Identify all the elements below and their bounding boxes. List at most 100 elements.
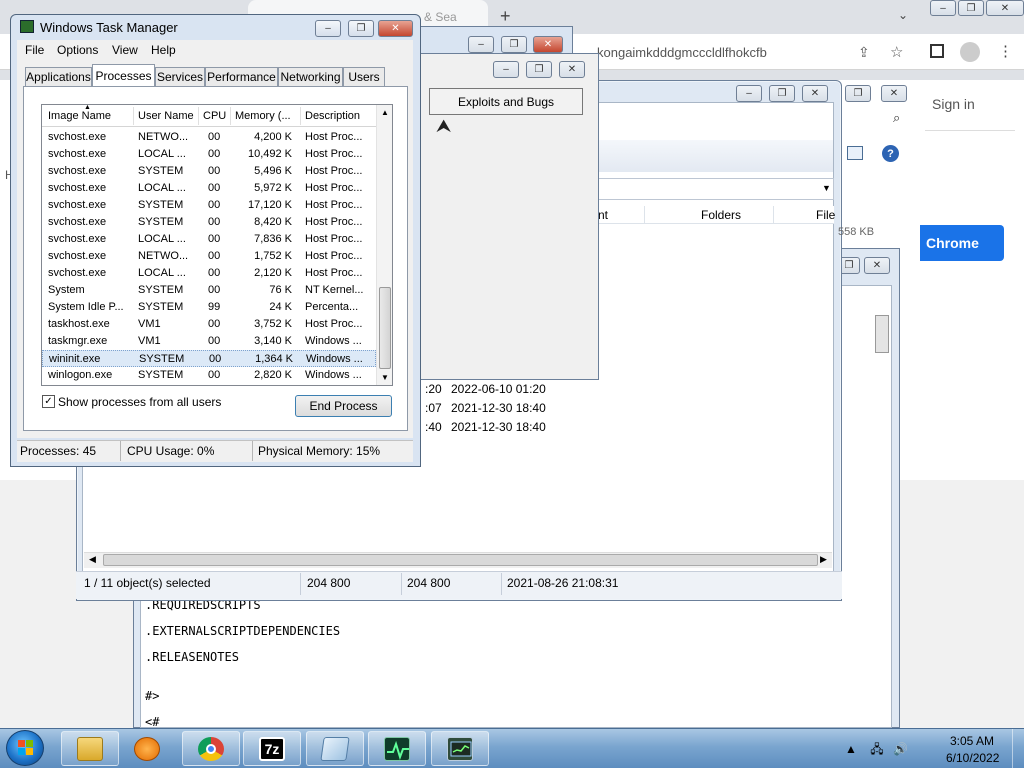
restore-icon[interactable]: ❐	[526, 61, 552, 78]
taskbar-explorer[interactable]	[61, 731, 119, 766]
minimize-icon[interactable]: –	[736, 85, 762, 102]
column-header[interactable]: nt	[598, 208, 608, 222]
show-desktop-button[interactable]	[1012, 729, 1024, 768]
chevron-down-icon[interactable]: ⌄	[898, 8, 908, 22]
restore-icon[interactable]: ❐	[769, 85, 795, 102]
tab-users[interactable]: Users	[343, 67, 385, 86]
process-row[interactable]: taskhost.exe VM1 00 3,752 K Host Proc...	[42, 316, 376, 333]
path-dropdown[interactable]	[598, 178, 834, 200]
show-hidden-icons[interactable]: ▲	[845, 742, 857, 756]
chrome-button[interactable]: Chrome	[920, 225, 1004, 261]
close-icon[interactable]: ✕	[864, 257, 890, 274]
new-tab-button[interactable]: +	[500, 6, 511, 27]
restore-icon[interactable]: ❐	[348, 20, 374, 37]
sign-in-link[interactable]: Sign in	[932, 96, 975, 112]
menu-options[interactable]: Options	[57, 43, 98, 57]
tab-applications[interactable]: Applications	[25, 67, 92, 86]
scroll-left-icon[interactable]: ◀	[89, 554, 96, 565]
scroll-right-icon[interactable]: ▶	[820, 554, 827, 565]
clock-time[interactable]: 3:05 AM	[950, 734, 994, 748]
process-row[interactable]: taskmgr.exe VM1 00 3,140 K Windows ...	[42, 333, 376, 350]
network-icon[interactable]: 🖧	[870, 742, 883, 756]
restore-icon[interactable]: ❐	[501, 36, 527, 53]
close-icon[interactable]: ✕	[881, 85, 907, 102]
process-row[interactable]: svchost.exe LOCAL ... 00 10,492 K Host Proc.…	[42, 146, 376, 163]
process-row[interactable]: svchost.exe LOCAL ... 00 2,120 K Host Proc..…	[42, 265, 376, 282]
process-row[interactable]: svchost.exe SYSTEM 00 5,496 K Host Proc...	[42, 163, 376, 180]
scrollbar-thumb[interactable]	[379, 287, 391, 369]
tab-networking[interactable]: Networking	[278, 67, 343, 86]
minimize-icon[interactable]: –	[493, 61, 519, 78]
scrollbar-thumb[interactable]	[103, 554, 818, 566]
process-cpu: 99	[208, 301, 221, 313]
taskbar-task-manager[interactable]	[368, 731, 426, 766]
process-row[interactable]: System SYSTEM 00 76 K NT Kernel...	[42, 282, 376, 299]
taskbar-network-monitor[interactable]	[431, 731, 489, 766]
menu-view[interactable]: View	[112, 43, 138, 57]
vertical-scrollbar[interactable]: ▲ ▼	[376, 105, 392, 385]
start-button[interactable]	[6, 730, 44, 766]
taskbar-7zip[interactable]: 7z	[243, 731, 301, 766]
tab-performance[interactable]: Performance	[205, 67, 278, 86]
preview-pane-icon[interactable]	[847, 146, 863, 160]
close-icon[interactable]: ✕	[378, 20, 413, 37]
scrollbar-thumb[interactable]	[875, 315, 889, 353]
close-icon[interactable]: ✕	[802, 85, 828, 102]
process-row[interactable]: svchost.exe NETWO... 00 1,752 K Host Proc...	[42, 248, 376, 265]
process-row[interactable]: svchost.exe LOCAL ... 00 7,836 K Host Proc..…	[42, 231, 376, 248]
volume-icon[interactable]: 🔊	[893, 742, 908, 756]
minimize-icon[interactable]: –	[315, 20, 341, 37]
side-panel-icon[interactable]	[930, 44, 944, 58]
close-icon[interactable]: ✕	[533, 36, 563, 53]
tab-services[interactable]: Services	[155, 67, 205, 86]
menu-file[interactable]: File	[25, 43, 44, 57]
dropdown-arrow-icon[interactable]: ▼	[822, 183, 831, 193]
end-process-button[interactable]: End Process	[295, 395, 392, 417]
taskbar-notepad[interactable]	[306, 731, 364, 766]
column-header[interactable]: File	[816, 208, 835, 222]
column-header[interactable]: Image Name	[48, 110, 111, 122]
show-all-processes-checkbox[interactable]: ✓	[42, 395, 55, 408]
menu-dots-icon[interactable]: ⋮	[998, 42, 1013, 60]
close-icon[interactable]: ✕	[559, 61, 585, 78]
url-text[interactable]: kongaimkdddgmcccldlfhokcfb	[597, 45, 767, 60]
exploits-and-bugs-button[interactable]: Exploits and Bugs	[429, 88, 583, 115]
help-icon[interactable]: ?	[882, 145, 899, 162]
profile-icon[interactable]	[960, 42, 980, 62]
taskbar-media-player[interactable]	[120, 731, 174, 766]
clock-date[interactable]: 6/10/2022	[946, 751, 999, 765]
process-row[interactable]: System Idle P... SYSTEM 99 24 K Percenta...	[42, 299, 376, 316]
column-header[interactable]: Description	[305, 110, 360, 122]
restore-icon[interactable]: ❐	[958, 0, 984, 16]
tab-processes[interactable]: Processes	[92, 64, 155, 87]
process-desc: Host Proc...	[305, 233, 363, 245]
process-row[interactable]: svchost.exe SYSTEM 00 8,420 K Host Proc...	[42, 214, 376, 231]
minimize-icon[interactable]: –	[930, 0, 956, 16]
column-header[interactable]: Memory (...	[235, 110, 291, 122]
process-list[interactable]: ▲ Image Name User Name CPU Memory (... D…	[41, 104, 393, 386]
process-row[interactable]: svchost.exe SYSTEM 00 17,120 K Host Proc...	[42, 197, 376, 214]
column-header[interactable]: User Name	[138, 110, 194, 122]
share-icon[interactable]: ⇪	[858, 44, 870, 61]
process-mem: 5,496 K	[254, 165, 292, 177]
process-row[interactable]: svchost.exe LOCAL ... 00 5,972 K Host Proc..…	[42, 180, 376, 197]
file-time: :40	[425, 420, 442, 434]
star-icon[interactable]: ☆	[890, 43, 903, 61]
minimize-icon[interactable]: –	[468, 36, 494, 53]
column-header[interactable]: CPU	[203, 110, 226, 122]
search-icon[interactable]: ⌕	[893, 110, 900, 126]
process-row[interactable]: svchost.exe NETWO... 00 4,200 K Host Proc...	[42, 129, 376, 146]
process-row[interactable]: winlogon.exe SYSTEM 00 2,820 K Windows ...	[42, 367, 376, 384]
process-cpu: 00	[208, 131, 221, 143]
process-user: SYSTEM	[138, 301, 184, 313]
scroll-up-icon[interactable]: ▲	[381, 108, 389, 117]
scroll-down-icon[interactable]: ▼	[381, 373, 389, 382]
task-manager-icon	[384, 736, 410, 761]
process-user: NETWO...	[138, 131, 189, 143]
menu-help[interactable]: Help	[151, 43, 176, 57]
process-row[interactable]: wininit.exe SYSTEM 00 1,364 K Windows ...	[42, 350, 376, 367]
column-header[interactable]: Folders	[701, 208, 741, 222]
taskbar-chrome[interactable]	[182, 731, 240, 766]
restore-icon[interactable]: ❐	[845, 85, 871, 102]
close-icon[interactable]: ✕	[986, 0, 1024, 16]
